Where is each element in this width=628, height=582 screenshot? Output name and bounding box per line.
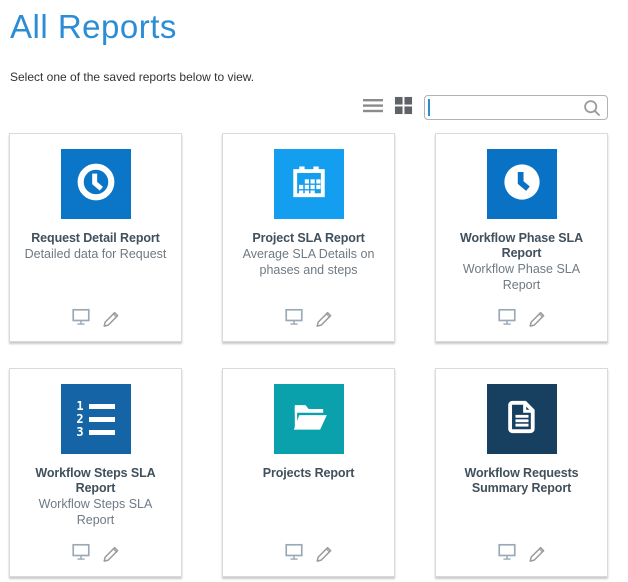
report-tile [274, 384, 344, 454]
report-description: Workflow Steps SLA Report [10, 497, 181, 528]
report-description: Workflow Phase SLA Report [436, 262, 607, 293]
edit-report-button[interactable] [101, 306, 121, 330]
report-tile [487, 149, 557, 219]
document-icon [499, 394, 545, 445]
monitor-icon [283, 306, 305, 330]
pencil-icon [314, 541, 334, 565]
card-actions [70, 306, 121, 330]
report-card[interactable]: Projects Report [222, 368, 395, 577]
monitor-icon [283, 541, 305, 565]
search-box [424, 95, 608, 120]
all-reports-page: All Reports Select one of the saved repo… [0, 0, 628, 577]
view-report-button[interactable] [496, 541, 518, 565]
report-card[interactable]: Workflow Requests Summary Report [435, 368, 608, 577]
numbered-list-icon: 123 [76, 402, 115, 437]
report-card[interactable]: Request Detail Report Detailed data for … [9, 133, 182, 342]
edit-report-button[interactable] [527, 541, 547, 565]
report-title: Request Detail Report [26, 231, 164, 246]
reports-grid: Request Detail Report Detailed data for … [9, 133, 608, 577]
grid-view-button[interactable] [391, 95, 415, 119]
report-tile [487, 384, 557, 454]
report-card[interactable]: 123 Workflow Steps SLA Report Workflow S… [9, 368, 182, 577]
search-input[interactable] [431, 97, 577, 118]
page-subtitle: Select one of the saved reports below to… [10, 70, 608, 84]
report-card[interactable]: Project SLA Report Average SLA Details o… [222, 133, 395, 342]
view-report-button[interactable] [70, 306, 92, 330]
report-tile [274, 149, 344, 219]
report-title: Project SLA Report [247, 231, 369, 246]
clock-outline-icon [73, 159, 119, 210]
pencil-icon [101, 541, 121, 565]
list-view-button[interactable] [361, 95, 385, 119]
text-caret [428, 99, 430, 116]
pencil-icon [101, 306, 121, 330]
card-actions [496, 306, 547, 330]
report-card[interactable]: Workflow Phase SLA Report Workflow Phase… [435, 133, 608, 342]
grid-view-icon [394, 96, 413, 118]
edit-report-button[interactable] [314, 541, 334, 565]
report-title: Workflow Requests Summary Report [436, 466, 607, 496]
monitor-icon [70, 306, 92, 330]
view-report-button[interactable] [283, 541, 305, 565]
card-actions [283, 541, 334, 565]
pencil-icon [527, 306, 547, 330]
pencil-icon [527, 541, 547, 565]
card-actions [70, 541, 121, 565]
search-icon[interactable] [582, 98, 602, 123]
report-title: Workflow Phase SLA Report [436, 231, 607, 261]
report-description: Average SLA Details on phases and steps [223, 247, 394, 278]
monitor-icon [70, 541, 92, 565]
card-actions [283, 306, 334, 330]
monitor-icon [496, 541, 518, 565]
page-title: All Reports [10, 8, 608, 46]
edit-report-button[interactable] [527, 306, 547, 330]
clock-solid-icon [499, 159, 545, 210]
view-report-button[interactable] [70, 541, 92, 565]
report-description: Detailed data for Request [15, 247, 177, 263]
card-actions [496, 541, 547, 565]
edit-report-button[interactable] [101, 541, 121, 565]
edit-report-button[interactable] [314, 306, 334, 330]
pencil-icon [314, 306, 334, 330]
monitor-icon [496, 306, 518, 330]
toolbar [9, 94, 608, 120]
report-title: Projects Report [258, 466, 360, 481]
report-tile [61, 149, 131, 219]
view-report-button[interactable] [496, 306, 518, 330]
view-report-button[interactable] [283, 306, 305, 330]
report-title: Workflow Steps SLA Report [10, 466, 181, 496]
folder-open-icon [286, 394, 332, 445]
report-tile: 123 [61, 384, 131, 454]
list-view-icon [362, 97, 384, 118]
calendar-icon [286, 159, 332, 210]
